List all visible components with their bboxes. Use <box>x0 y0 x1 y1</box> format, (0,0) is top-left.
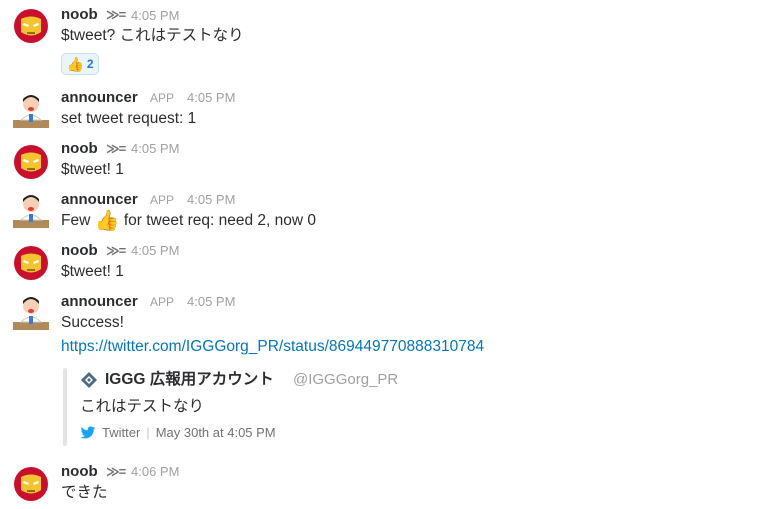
igg-logo-icon <box>81 372 97 388</box>
message-text: $tweet! 1 <box>61 263 124 280</box>
username[interactable]: noob <box>61 242 98 260</box>
message-text-after: for tweet req: need 2, now 0 <box>123 212 316 229</box>
thumbs-up-icon: 👍 <box>66 56 84 72</box>
attachment-handle[interactable]: @IGGGorg_PR <box>293 370 398 390</box>
haskell-icon: ≫= <box>106 464 126 479</box>
message-text: set tweet request: 1 <box>61 110 197 127</box>
app-badge: APP <box>150 193 175 207</box>
tweet-link[interactable]: https://twitter.com/IGGGorg_PR/status/86… <box>61 337 484 357</box>
username[interactable]: announcer <box>61 191 138 209</box>
username[interactable]: noob <box>61 6 98 24</box>
ironman-avatar[interactable] <box>13 466 49 502</box>
reaction-count: 2 <box>86 57 94 71</box>
haskell-icon: ≫= <box>106 243 126 258</box>
announcer-avatar[interactable] <box>11 90 51 130</box>
timestamp[interactable]: 4:05 PM <box>187 293 235 311</box>
attachment-service[interactable]: Twitter <box>102 424 140 442</box>
timestamp[interactable]: 4:05 PM <box>131 242 179 260</box>
reaction-thumbs-up[interactable]: 👍 2 <box>61 53 99 75</box>
username[interactable]: announcer <box>61 89 138 107</box>
announcer-avatar[interactable] <box>11 190 51 230</box>
app-badge: APP <box>150 295 175 309</box>
attachment-body: これはテストなり <box>80 398 205 415</box>
username[interactable]: noob <box>61 140 98 158</box>
ironman-avatar[interactable] <box>13 8 49 44</box>
message-text: Success! <box>61 314 124 331</box>
username[interactable]: noob <box>61 463 98 481</box>
message-text: $tweet! 1 <box>61 161 124 178</box>
attachment-bar <box>63 368 67 446</box>
username[interactable]: announcer <box>61 293 138 311</box>
timestamp[interactable]: 4:05 PM <box>131 140 179 158</box>
message-text: Few 👍 for tweet req: need 2, now 0 <box>61 211 316 231</box>
twitter-icon <box>80 426 96 439</box>
timestamp[interactable]: 4:05 PM <box>187 89 235 107</box>
timestamp[interactable]: 4:06 PM <box>131 463 179 481</box>
haskell-icon: ≫= <box>106 141 126 156</box>
footer-separator: | <box>146 425 150 440</box>
thumbs-up-icon: 👍 <box>94 210 120 232</box>
timestamp[interactable]: 4:05 PM <box>187 191 235 209</box>
message-text-before: Few <box>61 212 91 229</box>
ironman-avatar[interactable] <box>13 144 49 180</box>
attachment-date[interactable]: May 30th at 4:05 PM <box>156 424 276 442</box>
app-badge: APP <box>150 91 175 105</box>
timestamp[interactable]: 4:05 PM <box>131 7 179 25</box>
attachment-author[interactable]: IGGG 広報用アカウント <box>105 370 274 390</box>
announcer-avatar[interactable] <box>11 292 51 332</box>
attachment-footer: Twitter | May 30th at 4:05 PM <box>80 424 276 442</box>
message-text: できた <box>61 484 108 501</box>
message-text: $tweet? これはテストなり <box>61 27 244 44</box>
ironman-avatar[interactable] <box>13 245 49 281</box>
haskell-icon: ≫= <box>106 7 126 22</box>
